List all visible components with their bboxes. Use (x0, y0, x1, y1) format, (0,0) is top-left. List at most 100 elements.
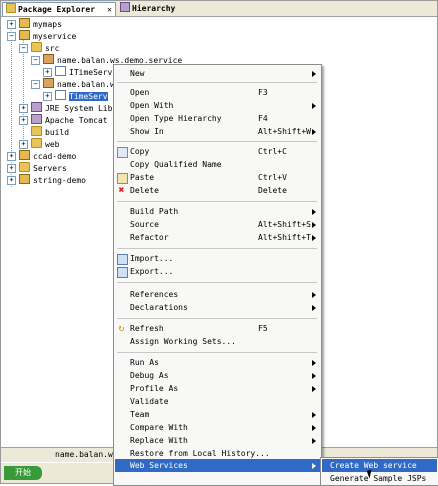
submenu-arrow-icon (312, 292, 316, 298)
collapse-toggle[interactable]: − (19, 44, 28, 53)
expand-toggle[interactable]: + (19, 104, 28, 113)
expand-toggle[interactable]: + (43, 92, 52, 101)
menu-item-delete[interactable]: ✖ Delete Delete (115, 184, 320, 197)
tree-item-label: Servers (33, 164, 67, 173)
tree-item-label: myservice (33, 32, 77, 41)
close-icon[interactable]: ✕ (107, 3, 112, 16)
menu-item-label: Copy Qualified Name (130, 160, 222, 169)
submenu-arrow-icon (312, 235, 316, 241)
menu-item-validate[interactable]: Validate (115, 395, 320, 408)
submenu-arrow-icon (312, 425, 316, 431)
menu-item-open-with[interactable]: Open With (115, 99, 320, 112)
folder-icon (31, 126, 42, 136)
expand-toggle[interactable]: + (19, 140, 28, 149)
context-menu: New Open F3 Open With Open Type Hierarchy… (113, 64, 322, 486)
menu-item-label: Compare With (130, 423, 188, 432)
shortcut-label: Ctrl+C (258, 147, 287, 156)
menu-item-team[interactable]: Team (115, 408, 320, 421)
menu-item-debug-as[interactable]: Debug As (115, 369, 320, 382)
menu-item-label: Open Type Hierarchy (130, 114, 222, 123)
menu-item-source[interactable]: Source Alt+Shift+S (115, 218, 320, 231)
menu-item-create-web-service[interactable]: Create Web service (322, 459, 437, 472)
shortcut-label: F4 (258, 114, 268, 123)
expand-toggle[interactable]: + (43, 68, 52, 77)
tab-package-explorer-label: Package Explorer (18, 5, 96, 14)
menu-item-refactor[interactable]: Refactor Alt+Shift+T (115, 231, 320, 244)
menu-item-label: Refactor (130, 233, 169, 242)
tab-hierarchy-label: Hierarchy (132, 4, 176, 13)
tab-package-explorer[interactable]: Package Explorer ✕ (2, 2, 116, 16)
menu-item-label: Generate Sample JSPs (330, 474, 427, 483)
menu-item-references[interactable]: References (115, 288, 320, 301)
folder-icon (31, 138, 42, 148)
submenu-arrow-icon (312, 103, 316, 109)
menu-item-open[interactable]: Open F3 (115, 86, 320, 99)
menu-item-declarations[interactable]: Declarations (115, 301, 320, 314)
collapse-toggle[interactable]: − (31, 80, 40, 89)
menu-item-show-in[interactable]: Show In Alt+Shift+W (115, 125, 320, 138)
tree-item-label: build (45, 128, 70, 137)
menu-item-label: Refresh (130, 324, 164, 333)
menu-item-label: Assign Working Sets... (130, 337, 236, 346)
menu-item-label: Import... (130, 254, 174, 263)
menu-item-label: New (130, 69, 145, 78)
menu-item-copy-qualified-name[interactable]: Copy Qualified Name (115, 158, 320, 171)
menu-item-paste[interactable]: Paste Ctrl+V (115, 171, 320, 184)
source-folder-icon (31, 42, 42, 52)
collapse-toggle[interactable]: − (7, 32, 16, 41)
expand-toggle[interactable]: + (7, 20, 16, 29)
submenu-arrow-icon (312, 209, 316, 215)
menu-item-web-services[interactable]: Web Services (115, 459, 320, 472)
submenu-arrow-icon (312, 438, 316, 444)
menu-item-build-path[interactable]: Build Path (115, 205, 320, 218)
menu-item-compare-with[interactable]: Compare With (115, 421, 320, 434)
hierarchy-icon (120, 2, 130, 12)
menu-item-label: Run As (130, 358, 159, 367)
menu-item-label: Replace With (130, 436, 188, 445)
menu-item-replace-with[interactable]: Replace With (115, 434, 320, 447)
menu-item-label: Open (130, 88, 150, 97)
menu-item-label: Paste (130, 173, 155, 182)
shortcut-label: Ctrl+V (258, 173, 287, 182)
project-icon (19, 30, 30, 40)
menu-item-open-type-hierarchy[interactable]: Open Type Hierarchy F4 (115, 112, 320, 125)
menu-item-label: Open With (130, 101, 174, 110)
menu-item-import[interactable]: Import... (115, 252, 320, 265)
expand-toggle[interactable]: + (7, 176, 16, 185)
web-services-submenu: Create Web service Generate Sample JSPs (320, 457, 438, 486)
shortcut-label: Alt+Shift+S (258, 220, 311, 229)
submenu-arrow-icon (312, 412, 316, 418)
submenu-arrow-icon (312, 386, 316, 392)
shortcut-label: Alt+Shift+T (258, 233, 311, 242)
tree-item-label: src (45, 44, 60, 53)
shortcut-label: Delete (258, 186, 287, 195)
menu-item-label: Declarations (130, 303, 188, 312)
project-icon (19, 174, 30, 184)
expand-toggle[interactable]: + (7, 152, 16, 161)
tree-item-label: Apache Tomcat v (45, 116, 118, 125)
menu-item-profile-as[interactable]: Profile As (115, 382, 320, 395)
expand-toggle[interactable]: + (19, 116, 28, 125)
shortcut-label: F3 (258, 88, 268, 97)
expand-toggle[interactable]: + (7, 164, 16, 173)
menu-item-copy[interactable]: Copy Ctrl+C (115, 145, 320, 158)
start-button[interactable]: 开始 (4, 466, 42, 480)
tab-hierarchy[interactable]: Hierarchy (117, 2, 177, 15)
menu-item-refresh[interactable]: ↻ Refresh F5 (115, 322, 320, 335)
menu-item-label: Build Path (130, 207, 179, 216)
project-icon (19, 150, 30, 160)
menu-item-new[interactable]: New (115, 67, 320, 80)
collapse-toggle[interactable]: − (31, 56, 40, 65)
menu-item-generate-sample-jsps[interactable]: Generate Sample JSPs (322, 472, 437, 485)
menu-item-run-as[interactable]: Run As (115, 356, 320, 369)
tree-item-label: web (45, 140, 60, 149)
java-file-icon (55, 90, 66, 100)
tree-item-label: ITimeServ (69, 68, 113, 77)
menu-item-export[interactable]: Export... (115, 265, 320, 278)
shortcut-label: Alt+Shift+W (258, 127, 311, 136)
menu-item-label: Show In (130, 127, 164, 136)
library-icon (31, 102, 42, 112)
package-icon (43, 78, 54, 88)
menu-item-assign-working-sets[interactable]: Assign Working Sets... (115, 335, 320, 348)
shortcut-label: F5 (258, 324, 268, 333)
